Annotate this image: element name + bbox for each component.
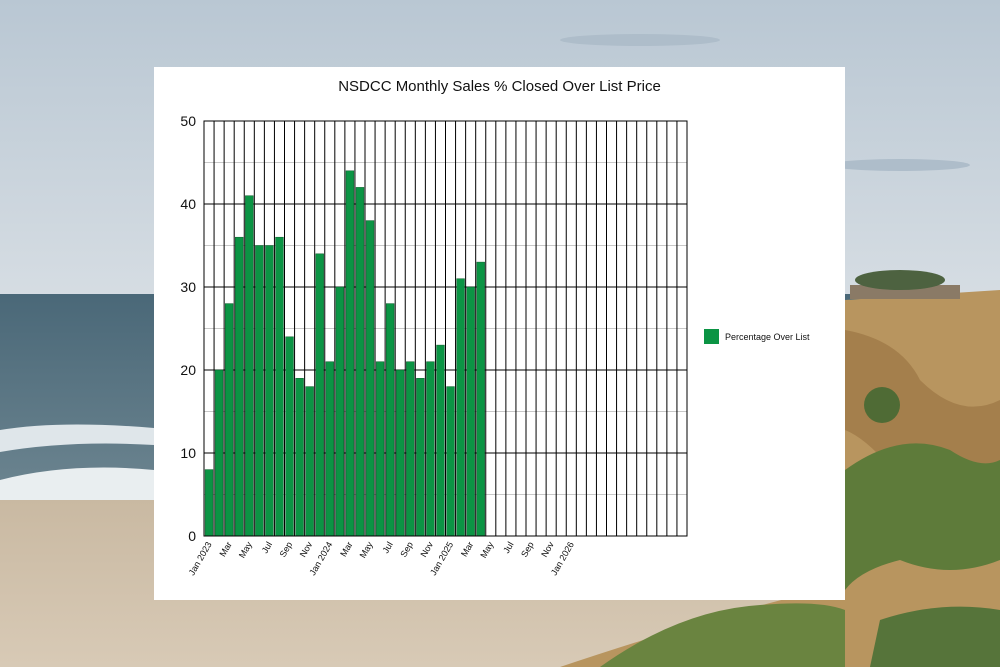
bar — [275, 236, 284, 537]
bar — [265, 245, 274, 537]
legend-swatch — [704, 329, 719, 344]
bar — [235, 236, 244, 537]
bar — [446, 386, 455, 537]
x-tick-label: Jul — [260, 540, 274, 555]
bar — [406, 361, 415, 537]
x-tick-label: May — [358, 540, 375, 560]
x-tick-label: May — [237, 540, 254, 560]
y-tick-label: 40 — [180, 196, 196, 212]
bar — [385, 303, 395, 537]
bar — [436, 344, 445, 537]
bar — [305, 386, 314, 537]
legend: Percentage Over List — [704, 329, 810, 344]
y-axis-tick-labels: 0 10 20 30 40 50 — [180, 113, 196, 544]
bar — [285, 336, 294, 537]
bar — [245, 195, 254, 537]
x-tick-label: Jul — [501, 540, 515, 555]
bar — [375, 361, 385, 537]
cloud — [560, 34, 720, 46]
x-tick-label: Mar — [217, 540, 233, 558]
legend-label: Percentage Over List — [725, 331, 810, 342]
bar — [396, 369, 405, 537]
x-tick-label: Jul — [380, 540, 394, 555]
bar — [325, 361, 334, 537]
x-tick-label: Nov — [418, 540, 435, 559]
bar — [355, 187, 365, 537]
bar — [214, 369, 224, 537]
x-tick-label: Nov — [298, 540, 315, 559]
palm-tree — [864, 387, 900, 423]
bar — [476, 261, 485, 537]
y-tick-label: 10 — [180, 445, 196, 461]
x-tick-label: Jan 2023 — [187, 540, 214, 577]
x-tick-label: Sep — [398, 540, 415, 559]
x-tick-label: Mar — [459, 540, 475, 558]
bar — [204, 469, 214, 537]
bar — [345, 170, 355, 537]
bar — [416, 378, 425, 537]
bar — [255, 245, 264, 537]
x-axis-tick-labels: Jan 2023 Mar May Jul Sep NovJan 2024 Mar May Jul… — [187, 540, 576, 578]
cloud — [830, 159, 970, 171]
y-tick-label: 20 — [180, 362, 196, 378]
bar — [315, 253, 324, 537]
x-tick-label: Nov — [539, 540, 556, 559]
y-tick-label: 0 — [188, 528, 196, 544]
bar — [365, 220, 375, 537]
bar — [224, 303, 234, 537]
y-tick-label: 30 — [180, 279, 196, 295]
y-tick-label: 50 — [180, 113, 196, 129]
bar — [426, 361, 435, 537]
chart-panel: NSDCC Monthly Sales % Closed Over List P… — [154, 67, 845, 600]
x-tick-label: Sep — [519, 540, 536, 559]
bar — [335, 286, 345, 537]
bar — [456, 278, 465, 537]
x-tick-label: Sep — [278, 540, 295, 559]
x-tick-label: May — [478, 540, 495, 560]
clifftop-trees — [855, 270, 945, 290]
bar — [295, 378, 304, 537]
x-tick-label: Mar — [338, 540, 354, 558]
bar — [466, 286, 475, 537]
